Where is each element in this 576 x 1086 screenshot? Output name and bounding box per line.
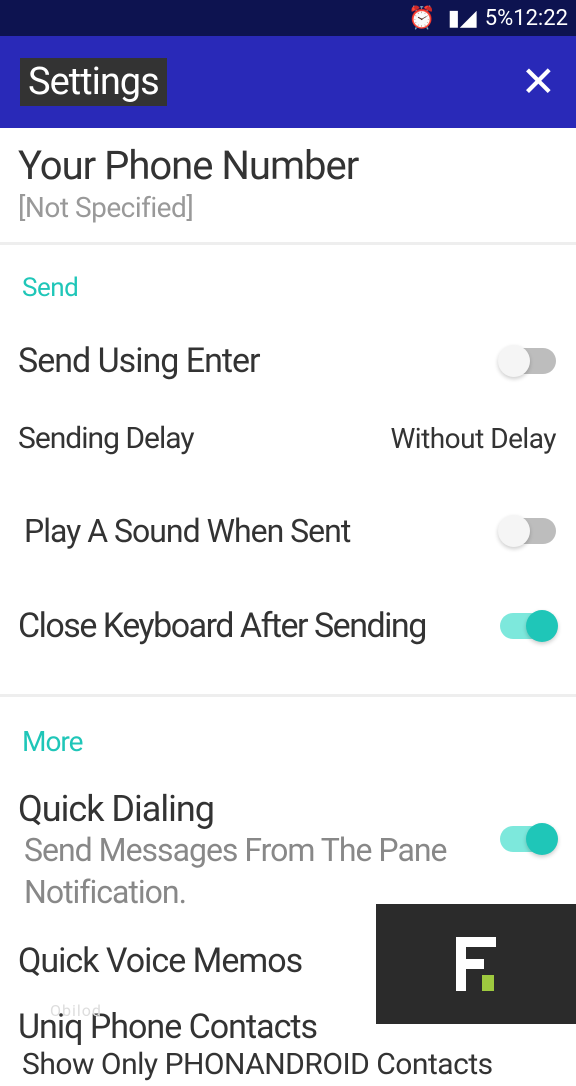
sending-delay-row[interactable]: Sending Delay Without Delay	[0, 409, 576, 484]
more-section-header: More	[0, 697, 576, 768]
status-bar: ⏰ ▮◢ 5% 12:22	[0, 0, 576, 36]
phone-number-section[interactable]: Your Phone Number [Not Specified]	[0, 128, 576, 245]
brand-logo-icon	[456, 937, 496, 991]
voice-memos-label: Quick Voice Memos	[18, 941, 302, 981]
app-header: Settings ✕	[0, 36, 576, 128]
close-keyboard-label: Close Keyboard After Sending	[18, 606, 426, 646]
close-keyboard-row[interactable]: Close Keyboard After Sending	[0, 578, 576, 674]
quick-dialing-row[interactable]: Quick Dialing Send Messages From The Pan…	[0, 768, 576, 917]
quick-dialing-title: Quick Dialing	[18, 788, 556, 830]
send-section-header: Send	[0, 245, 576, 313]
play-sound-row[interactable]: Play A Sound When Sent	[0, 484, 576, 578]
phone-number-title: Your Phone Number	[18, 142, 558, 189]
page-title: Settings	[20, 58, 167, 106]
alarm-icon: ⏰	[408, 6, 435, 31]
send-using-enter-row[interactable]: Send Using Enter	[0, 313, 576, 409]
quick-dialing-subtitle-1: Send Messages From The Pane	[18, 830, 556, 872]
sending-delay-label: Sending Delay	[18, 421, 194, 456]
status-time: 12:22	[513, 6, 568, 31]
logo-overlay	[376, 904, 576, 1024]
play-sound-label: Play A Sound When Sent	[18, 512, 350, 550]
close-icon[interactable]: ✕	[521, 57, 556, 107]
sending-delay-value: Without Delay	[390, 422, 556, 455]
signal-icon: ▮◢	[448, 6, 477, 31]
close-keyboard-toggle[interactable]	[500, 613, 556, 639]
watermark-text: Obilod	[50, 1001, 102, 1020]
battery-percent: 5%	[485, 6, 513, 31]
quick-dialing-toggle[interactable]	[500, 826, 556, 852]
send-enter-label: Send Using Enter	[18, 341, 260, 381]
phone-contacts-subtitle: Show Only PHONANDROID Contacts	[18, 1047, 556, 1082]
play-sound-toggle[interactable]	[500, 518, 556, 544]
phone-number-value: [Not Specified]	[18, 191, 558, 224]
send-enter-toggle[interactable]	[500, 348, 556, 374]
